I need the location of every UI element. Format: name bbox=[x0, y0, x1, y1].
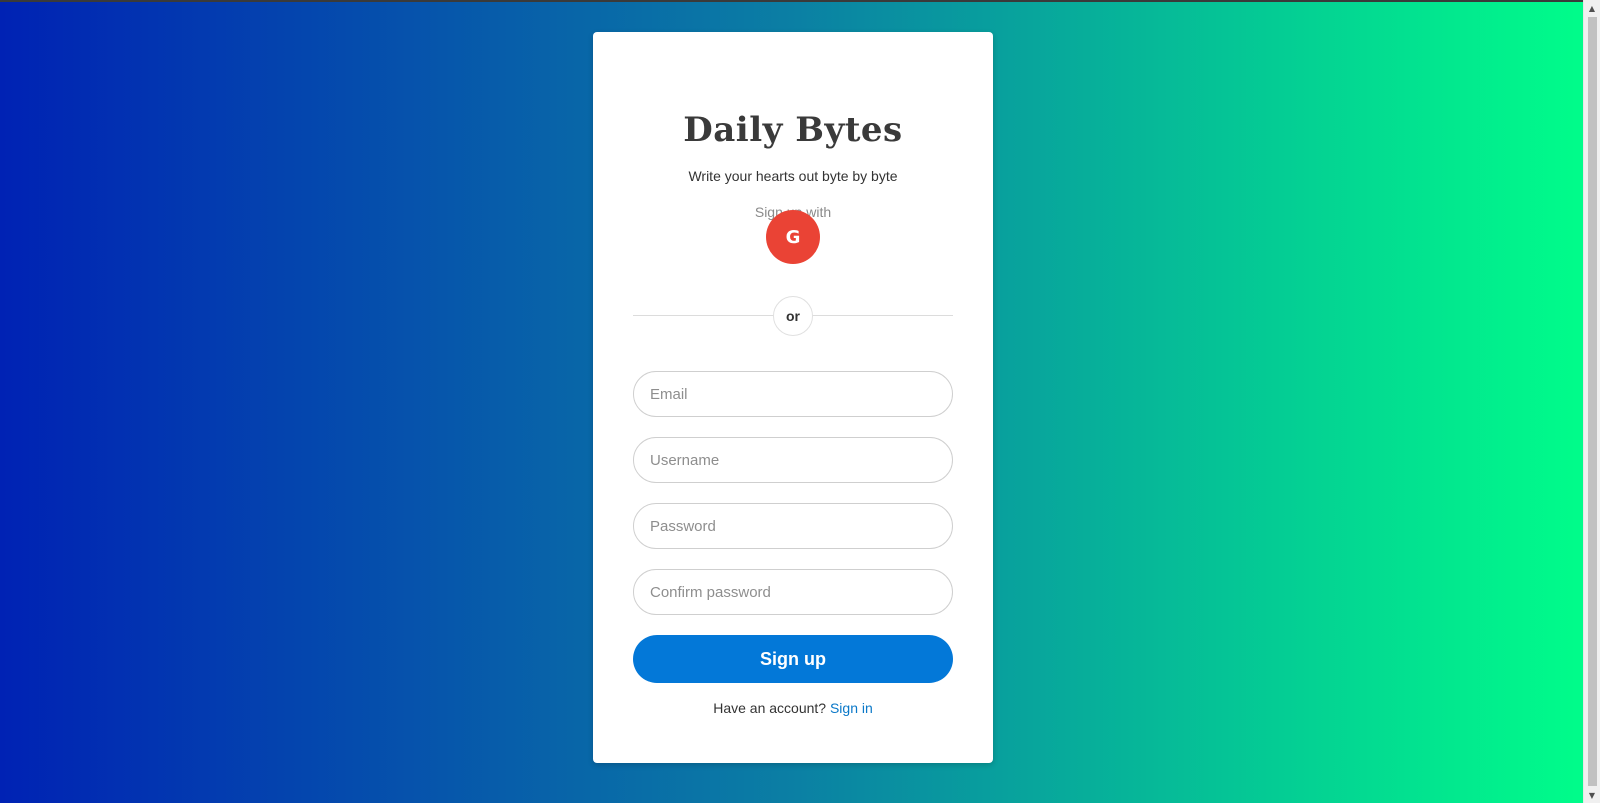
scroll-up-arrow-icon[interactable]: ▲ bbox=[1584, 0, 1600, 16]
app-tagline: Write your hearts out byte by byte bbox=[688, 168, 898, 184]
google-icon: G bbox=[785, 226, 801, 248]
signup-card: Daily Bytes Write your hearts out byte b… bbox=[593, 32, 993, 763]
have-account-text: Have an account? bbox=[713, 700, 827, 716]
sign-up-button[interactable]: Sign up bbox=[633, 635, 953, 683]
sign-in-link[interactable]: Sign in bbox=[830, 700, 873, 716]
username-field[interactable] bbox=[633, 437, 953, 483]
confirm-password-field[interactable] bbox=[633, 569, 953, 615]
app-title: Daily Bytes bbox=[683, 110, 903, 150]
password-field[interactable] bbox=[633, 503, 953, 549]
vertical-scrollbar[interactable]: ▲ ▼ bbox=[1583, 0, 1600, 803]
signin-prompt: Have an account? Sign in bbox=[593, 700, 993, 716]
google-signup-button[interactable]: G bbox=[766, 210, 820, 264]
email-field[interactable] bbox=[633, 371, 953, 417]
scroll-down-arrow-icon[interactable]: ▼ bbox=[1584, 787, 1600, 803]
or-divider-badge: or bbox=[773, 296, 813, 336]
scrollbar-thumb[interactable] bbox=[1588, 17, 1597, 786]
